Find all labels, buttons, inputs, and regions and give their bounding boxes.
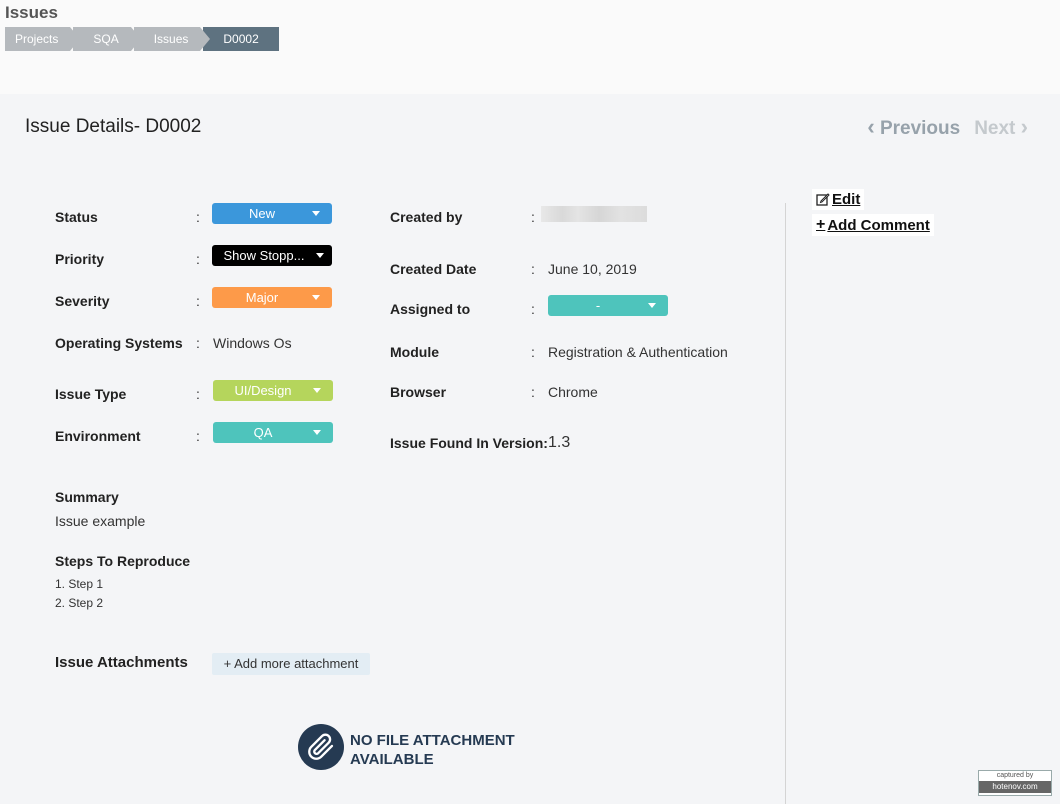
colon: : [196,428,200,444]
colon: : [531,301,535,317]
status-value: New [248,206,275,221]
colon: : [196,209,200,225]
environment-label: Environment [55,428,141,444]
colon: : [196,386,200,402]
page-title: Issues [5,3,58,22]
assigned-to-label: Assigned to [390,301,471,317]
chevron-left-icon: ‹ [867,114,875,139]
environment-dropdown[interactable]: QA [213,422,333,443]
operating-systems-value: Windows Os [213,335,292,351]
colon: : [531,209,535,225]
issue-type-label: Issue Type [55,386,127,402]
plus-icon: + [816,216,826,233]
caret-down-icon [648,303,656,308]
created-date-label: Created Date [390,261,477,277]
status-dropdown[interactable]: New [212,203,332,224]
add-comment-button[interactable]: + Add Comment [812,214,934,236]
chevron-right-icon: › [1020,114,1028,139]
created-date-value: June 10, 2019 [548,261,637,277]
breadcrumb-item-sqa[interactable]: SQA [73,27,142,51]
breadcrumb: Projects SQA Issues D0002 [5,27,279,51]
priority-value: Show Stopp... [223,248,305,263]
previous-label: Previous [879,118,961,139]
no-attachment-line1: NO FILE ATTACHMENT [350,732,515,749]
no-attachment-line2: AVAILABLE [350,751,434,768]
top-header: Issues Projects SQA Issues D0002 [0,0,1060,94]
watermark-badge: captured by hotenov.com [978,770,1052,796]
summary-value: Issue example [55,513,146,529]
paperclip-icon [298,724,344,770]
assigned-to-dropdown[interactable]: - [548,295,668,316]
breadcrumb-item-projects[interactable]: Projects [5,27,81,51]
colon: : [196,251,200,267]
caret-down-icon [312,295,320,300]
severity-label: Severity [55,293,110,309]
issue-navigation: ‹ Previous Next › [867,114,1028,140]
caret-down-icon [313,388,321,393]
issue-type-dropdown[interactable]: UI/Design [213,380,333,401]
module-label: Module [390,344,439,360]
colon: : [196,293,200,309]
summary-label: Summary [55,489,119,505]
edit-label: Edit [832,191,861,208]
module-value: Registration & Authentication [548,344,728,360]
created-by-label: Created by [390,209,463,225]
found-in-version-label: Issue Found In Version: [390,435,548,451]
vertical-divider [785,203,786,804]
created-by-value-redacted [541,206,647,222]
next-button[interactable]: Next › [974,114,1028,140]
caret-down-icon [316,253,324,258]
issue-details-title: Issue Details- D0002 [25,116,202,137]
colon: : [531,384,535,400]
status-label: Status [55,209,98,225]
severity-dropdown[interactable]: Major [212,287,332,308]
browser-value: Chrome [548,384,598,400]
steps-label: Steps To Reproduce [55,553,191,569]
environment-value: QA [253,425,273,440]
steps-list: 1. Step 1 2. Step 2 [55,575,103,613]
found-in-version-value: 1.3 [548,434,571,451]
breadcrumb-item-issues[interactable]: Issues [133,27,211,51]
no-attachment-message: NO FILE ATTACHMENT AVAILABLE [350,731,530,769]
caret-down-icon [313,430,321,435]
list-item: 1. Step 1 [55,577,104,591]
priority-dropdown[interactable]: Show Stopp... [212,245,332,266]
assigned-to-value: - [595,298,601,313]
colon: : [531,261,535,277]
next-label: Next [974,118,1016,139]
breadcrumb-item-current: D0002 [203,27,279,51]
add-attachment-button[interactable]: + Add more attachment [212,653,370,675]
list-item: 2. Step 2 [55,596,104,610]
watermark-bottom: hotenov.com [979,781,1051,793]
edit-button[interactable]: Edit [812,189,865,210]
attachments-label: Issue Attachments [55,654,188,671]
caret-down-icon [312,211,320,216]
add-comment-label: Add Comment [827,216,930,234]
colon: : [531,344,535,360]
operating-systems-label: Operating Systems [55,335,183,351]
edit-icon [816,193,830,206]
watermark-top: captured by [996,772,1034,779]
priority-label: Priority [55,251,105,267]
previous-button[interactable]: ‹ Previous [867,114,960,140]
browser-label: Browser [390,384,447,400]
severity-value: Major [245,290,279,305]
issue-type-value: UI/Design [234,383,292,398]
colon: : [196,335,200,351]
